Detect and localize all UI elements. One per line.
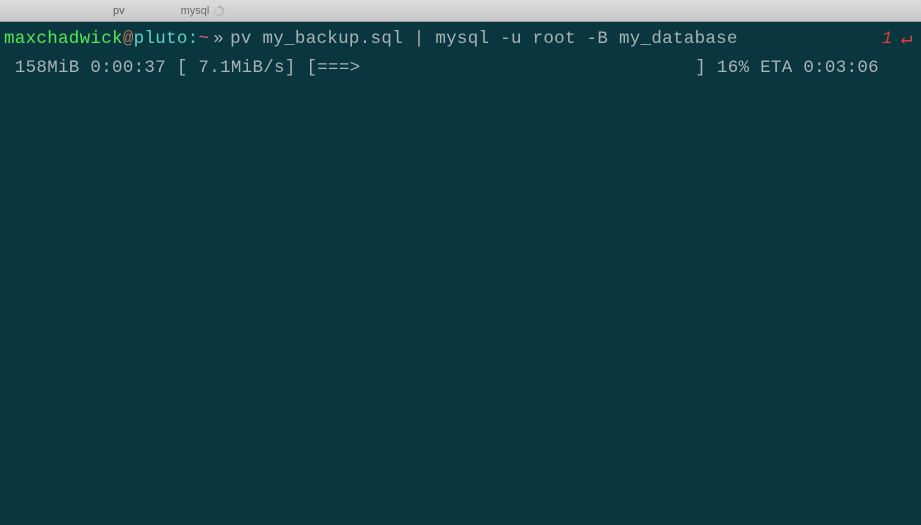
return-icon: ↵: [901, 24, 913, 55]
pv-progress-output: 158MiB 0:00:37 [ 7.1MiB/s] [===> ] 16% E…: [4, 55, 917, 82]
tab-label: pv: [113, 5, 125, 17]
prompt-at: @: [123, 26, 134, 53]
status-indicator: 1↵: [882, 24, 917, 55]
prompt-tilde: ~: [198, 26, 209, 53]
status-number: 1: [882, 26, 893, 53]
prompt-user: maxchadwick: [4, 26, 123, 53]
terminal-area[interactable]: maxchadwick@pluto:~»pv my_backup.sql | m…: [0, 22, 921, 84]
prompt-line: maxchadwick@pluto:~»pv my_backup.sql | m…: [4, 24, 917, 55]
prompt-angle: »: [213, 26, 224, 53]
spinner-icon: [213, 5, 225, 17]
command-text: pv my_backup.sql | mysql -u root -B my_d…: [230, 26, 738, 53]
tab-bar: pv mysql: [0, 0, 921, 22]
tab-pv[interactable]: pv: [85, 5, 153, 17]
tab-label: mysql: [181, 5, 210, 17]
tab-mysql[interactable]: mysql: [153, 5, 254, 17]
prompt-host: pluto: [134, 26, 188, 53]
prompt-colon: :: [188, 26, 199, 53]
